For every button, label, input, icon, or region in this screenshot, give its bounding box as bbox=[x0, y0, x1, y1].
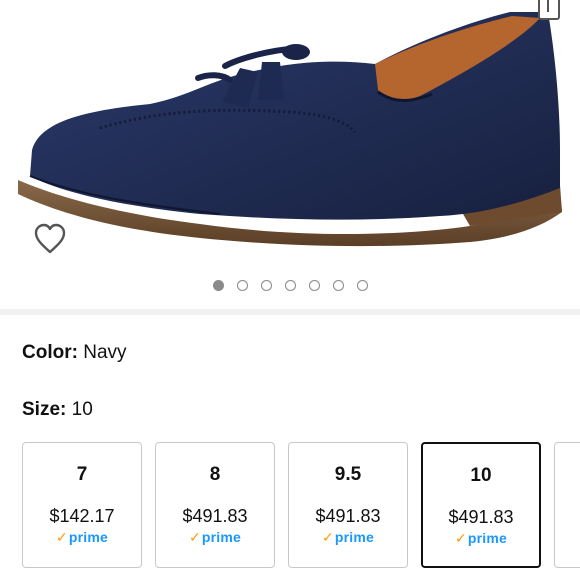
carousel-dot[interactable] bbox=[212, 280, 224, 291]
size-selection: Size: 10 bbox=[22, 399, 93, 421]
size-option-next[interactable] bbox=[554, 442, 580, 568]
prime-badge: ✓prime bbox=[23, 529, 141, 546]
prime-label: prime bbox=[201, 529, 242, 545]
prime-label: prime bbox=[467, 530, 508, 546]
prime-check-icon: ✓ bbox=[55, 529, 68, 545]
size-option-10[interactable]: 10 $491.83 ✓prime bbox=[421, 442, 541, 568]
heart-icon[interactable] bbox=[33, 223, 67, 255]
prime-badge: ✓prime bbox=[156, 529, 274, 546]
prime-check-icon: ✓ bbox=[188, 529, 201, 545]
size-option-price: $491.83 bbox=[315, 506, 381, 526]
prime-check-icon: ✓ bbox=[321, 529, 334, 545]
carousel-indicator bbox=[0, 280, 580, 296]
size-label: Size: bbox=[22, 399, 67, 420]
size-option-9-5[interactable]: 9.5 $491.83 ✓prime bbox=[288, 442, 408, 568]
section-divider bbox=[0, 309, 580, 315]
product-image-area[interactable] bbox=[0, 0, 580, 310]
size-option-size: 10 bbox=[470, 465, 492, 486]
carousel-dot[interactable] bbox=[332, 280, 344, 291]
size-option-price: $142.17 bbox=[49, 506, 115, 526]
size-options: 7 $142.17 ✓prime 8 $491.83 ✓prime 9.5 $4… bbox=[22, 442, 580, 570]
carousel-dot[interactable] bbox=[260, 280, 272, 291]
prime-check-icon: ✓ bbox=[454, 530, 467, 546]
prime-label: prime bbox=[334, 529, 375, 545]
prime-badge: ✓prime bbox=[289, 529, 407, 546]
size-value: 10 bbox=[71, 399, 93, 420]
size-option-size: 7 bbox=[76, 464, 88, 485]
share-icon[interactable] bbox=[538, 0, 560, 20]
size-option-size: 8 bbox=[209, 464, 221, 485]
size-option-price: $491.83 bbox=[448, 507, 514, 527]
prime-label: prime bbox=[68, 529, 109, 545]
carousel-dot[interactable] bbox=[308, 280, 320, 291]
color-value: Navy bbox=[83, 342, 127, 363]
size-option-7[interactable]: 7 $142.17 ✓prime bbox=[22, 442, 142, 568]
color-selection: Color: Navy bbox=[22, 342, 127, 364]
prime-badge: ✓prime bbox=[423, 530, 539, 547]
size-option-price: $491.83 bbox=[182, 506, 248, 526]
product-image[interactable] bbox=[0, 0, 580, 270]
size-option-size: 9.5 bbox=[334, 464, 362, 485]
carousel-dot[interactable] bbox=[236, 280, 248, 291]
carousel-dot[interactable] bbox=[284, 280, 296, 291]
size-option-8[interactable]: 8 $491.83 ✓prime bbox=[155, 442, 275, 568]
carousel-dot[interactable] bbox=[356, 280, 368, 291]
color-label: Color: bbox=[22, 342, 78, 363]
